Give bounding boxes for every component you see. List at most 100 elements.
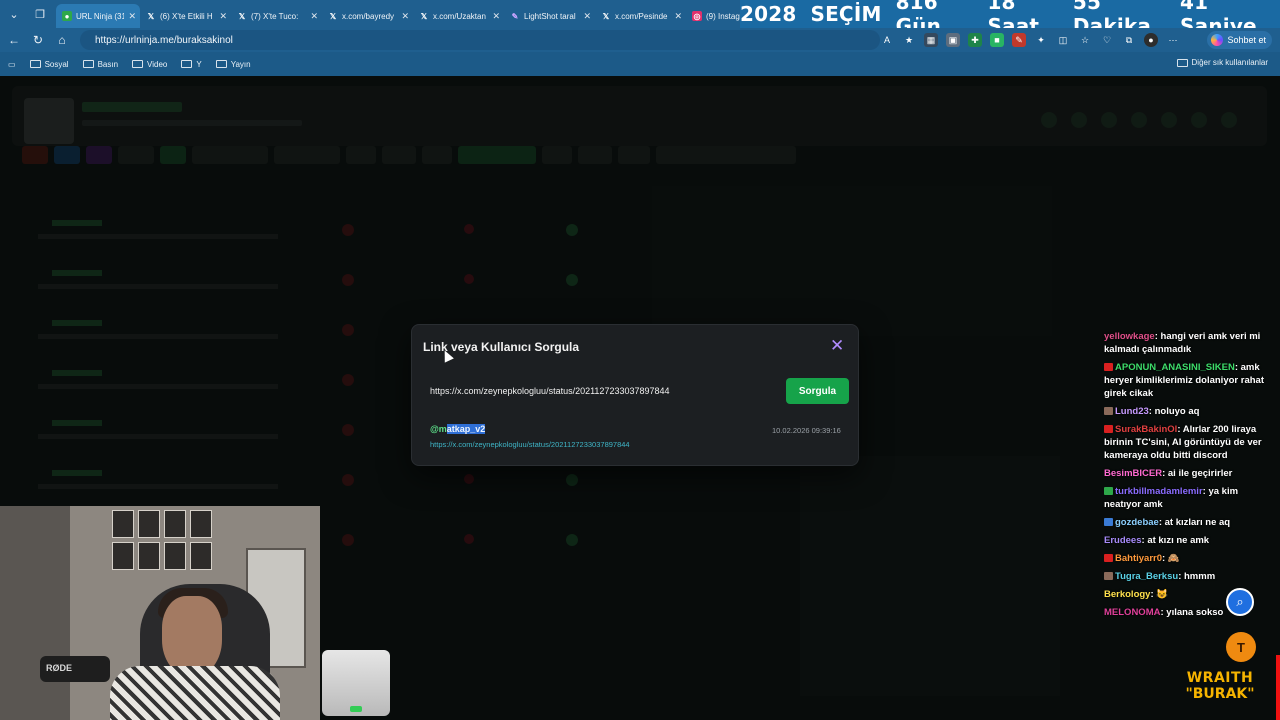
tab-x-3[interactable]: 𝕏 x.com/bayredy ✕ xyxy=(322,4,413,28)
folder-icon xyxy=(1176,58,1188,67)
chat-message: yellowkage: hangi veri amk veri mi kalma… xyxy=(1104,330,1276,356)
chat-message: Bahtiyarr0: 🙈 xyxy=(1104,552,1276,565)
bookmark-folder[interactable]: Video xyxy=(132,60,167,69)
browser-tab-bar: ⌄ ❐ ● URL Ninja (31) ✕ 𝕏 (6) X'te Etkili… xyxy=(0,0,1280,38)
x-icon: 𝕏 xyxy=(420,11,428,21)
workspaces-icon[interactable]: ❐ xyxy=(28,2,52,26)
split-screen-icon[interactable]: ◫ xyxy=(1056,33,1070,47)
extension-icon[interactable]: ✚ xyxy=(968,33,982,47)
result-link[interactable]: https://x.com/zeynepkologluu/status/2021… xyxy=(430,440,630,449)
tab-x-4[interactable]: 𝕏 x.com/Uzaktan ✕ xyxy=(413,4,504,28)
other-bookmarks[interactable]: Diğer sık kullanılanlar xyxy=(1176,58,1268,67)
desk-device xyxy=(322,650,390,716)
bookmark-folder[interactable]: Sosyal xyxy=(29,60,69,69)
back-icon[interactable]: ← xyxy=(2,33,26,47)
star-icon[interactable]: ★ xyxy=(902,33,916,47)
bookmark-folder[interactable]: Yayın xyxy=(215,59,251,69)
tab-close-icon[interactable]: ✕ xyxy=(219,11,227,22)
tab-instagram[interactable]: ◎ (9) Instag xyxy=(686,4,746,28)
tab-lightshot[interactable]: ✎ LightShot taral ✕ xyxy=(504,4,595,28)
chat-message: APONUN_ANASINI_SIKEN: amk heryer kimlikl… xyxy=(1104,361,1276,400)
copilot-label: Sohbet et xyxy=(1227,35,1266,45)
chat-text: at kızı ne amk xyxy=(1147,535,1210,546)
more-icon[interactable]: ⋯ xyxy=(1166,33,1180,47)
extensions-puzzle-icon[interactable]: ✦ xyxy=(1034,33,1048,47)
reading-list-icon[interactable]: ▭ xyxy=(8,60,16,69)
sorgula-button[interactable]: Sorgula xyxy=(786,378,849,404)
countdown-label: SEÇİM xyxy=(810,2,882,26)
bookmarks-bar: ▭ Sosyal Basın Video Y Yayın Diğer sık k… xyxy=(0,52,1280,76)
home-icon[interactable]: ⌂ xyxy=(50,33,74,47)
chat-username: Tugra_Berksu xyxy=(1115,571,1179,582)
extension-icon[interactable]: ■ xyxy=(990,33,1004,47)
copilot-button[interactable]: Sohbet et xyxy=(1207,31,1272,49)
assistant-fab-icon[interactable]: T xyxy=(1226,632,1256,662)
bookmark-folder[interactable]: Basın xyxy=(82,59,119,69)
folder-icon xyxy=(82,60,94,68)
avatar[interactable]: ● xyxy=(1144,33,1158,47)
screen: ⌄ ❐ ● URL Ninja (31) ✕ 𝕏 (6) X'te Etkili… xyxy=(0,0,1280,720)
favorites-icon[interactable]: ☆ xyxy=(1078,33,1092,47)
folder-icon xyxy=(215,60,227,68)
heart-icon[interactable]: ♡ xyxy=(1100,33,1114,47)
x-icon: 𝕏 xyxy=(147,11,155,21)
chat-badge-icon xyxy=(1104,572,1113,580)
tab-close-icon[interactable]: ✕ xyxy=(492,11,500,22)
tab-close-icon[interactable]: ✕ xyxy=(401,11,409,22)
close-icon[interactable]: ✕ xyxy=(830,337,844,355)
extension-icon[interactable]: ✎ xyxy=(1012,33,1026,47)
tab-label: (6) X'te Etkili H xyxy=(160,11,213,21)
tab-label: x.com/Uzaktan xyxy=(433,11,486,21)
tab-x-1[interactable]: 𝕏 (6) X'te Etkili H ✕ xyxy=(140,4,231,28)
tab-x-5[interactable]: 𝕏 x.com/Pesinde ✕ xyxy=(595,4,686,28)
logo-line-2: "BURAK" xyxy=(1185,686,1255,702)
search-icon[interactable]: ⌕ xyxy=(1226,588,1254,616)
url-field[interactable]: https://urlninja.me/buraksakinol xyxy=(80,30,880,50)
query-input[interactable] xyxy=(423,378,783,404)
election-countdown-banner: 2028 SEÇİM 816 Gün 18 Saat 55 Dakika 41 … xyxy=(740,0,1280,38)
chat-username: APONUN_ANASINI_SIKEN xyxy=(1115,362,1235,373)
tab-urlninja[interactable]: ● URL Ninja (31) ✕ xyxy=(56,4,140,28)
tab-label: (9) Instag xyxy=(706,11,740,21)
tab-strip: ● URL Ninja (31) ✕ 𝕏 (6) X'te Etkili H ✕… xyxy=(56,0,746,28)
tab-close-icon[interactable]: ✕ xyxy=(310,11,318,22)
chat-username: gozdebae xyxy=(1115,517,1159,528)
extension-icon[interactable]: ▣ xyxy=(946,33,960,47)
microphone: RØDE xyxy=(40,656,110,682)
reload-icon[interactable]: ↻ xyxy=(26,33,50,47)
tab-actions-chevron-icon[interactable]: ⌄ xyxy=(2,2,26,26)
streamer-logo: WRAITH "BURAK" xyxy=(1184,670,1256,702)
tab-close-icon[interactable]: ✕ xyxy=(583,11,591,22)
read-aloud-icon[interactable]: A xyxy=(880,33,894,47)
tab-x-2[interactable]: 𝕏 (7) X'te Tuco: ✕ xyxy=(231,4,322,28)
result-username-selection: atkap_v2 xyxy=(446,424,486,434)
address-bar-row: ← ↻ ⌂ https://urlninja.me/buraksakinol A… xyxy=(0,28,1280,52)
chat-message: Lund23: noluyo aq xyxy=(1104,405,1276,418)
result-username[interactable]: @matkap_v2 xyxy=(430,424,486,434)
tab-close-icon[interactable]: ✕ xyxy=(674,11,682,22)
chat-text: 😺 xyxy=(1156,589,1169,600)
chat-username: SurakBakinOl xyxy=(1115,424,1178,435)
query-modal: Link veya Kullanıcı Sorgula ✕ Sorgula @m… xyxy=(411,324,859,466)
chat-username: Lund23 xyxy=(1115,406,1149,417)
bookmark-label: Video xyxy=(147,59,168,69)
chat-message: gozdebae: at kızları ne aq xyxy=(1104,516,1276,529)
bookmark-folder[interactable]: Y xyxy=(181,60,202,69)
x-icon: 𝕏 xyxy=(329,11,337,21)
chat-badge-icon xyxy=(1104,554,1113,562)
tab-label: x.com/Pesinde xyxy=(615,11,668,21)
webcam-feed: RØDE xyxy=(0,506,320,720)
chat-message: Erudees: at kızı ne amk xyxy=(1104,534,1276,547)
bookmark-label: Yayın xyxy=(230,59,251,69)
tab-label: URL Ninja (31) xyxy=(76,11,125,21)
collections-icon[interactable]: ⧉ xyxy=(1122,33,1136,47)
wall-frames xyxy=(112,510,212,570)
chat-text: 🙈 xyxy=(1167,553,1180,564)
chat-username: MELONOMA xyxy=(1104,607,1161,618)
extension-icon[interactable]: ▦ xyxy=(924,33,938,47)
streamer-face xyxy=(162,596,222,676)
tab-close-icon[interactable]: ✕ xyxy=(128,11,136,22)
bookmark-label: Basın xyxy=(97,59,119,69)
chat-badge-icon xyxy=(1104,407,1113,415)
chat-badge-icon xyxy=(1104,487,1113,495)
